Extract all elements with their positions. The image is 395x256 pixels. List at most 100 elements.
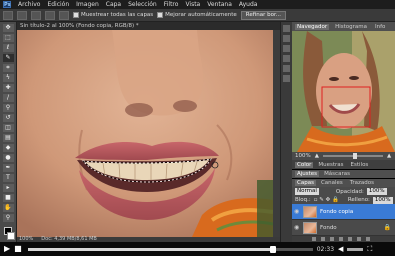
play-icon[interactable]: ▶: [4, 245, 10, 253]
video-time: 02:33: [316, 245, 335, 253]
menu-imagen[interactable]: Imagen: [76, 1, 99, 8]
menu-vista[interactable]: Vista: [185, 1, 200, 8]
layer-fondo-copia[interactable]: ◉ Fondo copia: [292, 204, 395, 220]
subtract-selection-button[interactable]: [45, 10, 55, 20]
link-layers-icon[interactable]: [312, 237, 316, 241]
paragraph-panel-icon[interactable]: [283, 75, 290, 82]
brush-panel-icon[interactable]: [283, 45, 290, 52]
menu-seleccion[interactable]: Selección: [128, 1, 157, 8]
navigator-thumbnail: [292, 31, 395, 152]
new-selection-button[interactable]: [17, 10, 27, 20]
layer-fondo[interactable]: ◉ Fondo 🔒: [292, 220, 395, 236]
tab-masks[interactable]: Máscaras: [322, 171, 352, 177]
sample-all-layers-checkbox[interactable]: Muestrear todas las capas: [73, 12, 153, 18]
refine-edge-button[interactable]: Refinar bor...: [240, 10, 286, 20]
clone-source-icon[interactable]: [283, 55, 290, 62]
character-panel-icon[interactable]: [283, 65, 290, 72]
navigator-tabs: Navegador Histograma Info: [292, 22, 395, 31]
history-panel-icon[interactable]: [283, 25, 290, 32]
menu-ayuda[interactable]: Ayuda: [239, 1, 258, 8]
options-bar: Muestrear todas las capas Mejorar automá…: [0, 9, 395, 22]
brush-size-button[interactable]: [59, 10, 69, 20]
hand-tool-icon[interactable]: ✋: [2, 204, 14, 212]
auto-enhance-checkbox[interactable]: Mejorar automáticamente: [157, 12, 237, 18]
menu-filtro[interactable]: Filtro: [164, 1, 179, 8]
eyedropper-tool-icon[interactable]: ϟ: [2, 74, 14, 82]
actions-panel-icon[interactable]: [283, 35, 290, 42]
fullscreen-icon[interactable]: ⛶: [367, 245, 372, 253]
add-selection-button[interactable]: [31, 10, 41, 20]
dodge-tool-icon[interactable]: ●: [2, 154, 14, 162]
path-selection-icon[interactable]: ▸: [2, 184, 14, 192]
lock-icon: 🔒: [383, 224, 391, 231]
healing-brush-icon[interactable]: ✚: [2, 84, 14, 92]
tab-navigator[interactable]: Navegador: [295, 23, 330, 30]
eye-icon[interactable]: ◉: [294, 208, 300, 215]
collapsed-panels: [280, 22, 292, 242]
fill-field[interactable]: 100%: [372, 196, 393, 204]
tab-color[interactable]: Color: [295, 161, 314, 168]
menu-archivo[interactable]: Archivo: [18, 1, 40, 8]
crop-tool-icon[interactable]: ⌗: [2, 64, 14, 72]
tab-layers[interactable]: Capas: [295, 180, 316, 186]
type-tool-icon[interactable]: T: [2, 174, 14, 182]
tab-adjustments[interactable]: Ajustes: [295, 171, 320, 177]
tab-paths[interactable]: Trazados: [348, 180, 376, 186]
delete-layer-icon[interactable]: [366, 237, 370, 241]
tab-channels[interactable]: Canales: [319, 180, 345, 186]
navigator-zoom-value[interactable]: 100%: [295, 153, 311, 159]
document-tab[interactable]: Sin título-2 al 100% (Fondo copia, RGB/8…: [17, 22, 290, 30]
opacity-field[interactable]: 100%: [366, 188, 387, 195]
new-layer-icon[interactable]: [357, 237, 361, 241]
menu-ventana[interactable]: Ventana: [207, 1, 232, 8]
tab-histogram[interactable]: Histograma: [333, 24, 369, 30]
navigator-zoom-slider[interactable]: [322, 153, 383, 159]
new-group-icon[interactable]: [348, 237, 352, 241]
zoom-tool-icon[interactable]: ⚲: [2, 214, 14, 222]
volume-slider[interactable]: [347, 247, 364, 251]
tab-info[interactable]: Info: [373, 24, 387, 30]
vertical-scrollbar[interactable]: [273, 30, 280, 237]
layers-tabs: Capas Canales Trazados: [292, 179, 395, 187]
lasso-tool-icon[interactable]: ℓ: [2, 44, 14, 52]
navigator-preview[interactable]: [292, 31, 395, 152]
stop-icon[interactable]: ■: [14, 245, 22, 253]
brush-tool-icon[interactable]: /: [2, 94, 14, 102]
video-progress-fill: [27, 247, 273, 251]
menu-edicion[interactable]: Edición: [47, 1, 69, 8]
eraser-tool-icon[interactable]: ◫: [2, 124, 14, 132]
tool-preset-button[interactable]: [3, 10, 13, 20]
menu-bar: Ps Archivo Edición Imagen Capa Selección…: [0, 0, 395, 9]
clone-stamp-icon[interactable]: ⚲: [2, 104, 14, 112]
zoom-out-icon[interactable]: ▲: [315, 153, 319, 159]
shape-tool-icon[interactable]: ■: [2, 194, 14, 202]
adjustments-tabs: Ajustes Máscaras: [292, 170, 395, 178]
eye-icon[interactable]: ◉: [294, 224, 300, 231]
video-progress-knob[interactable]: [269, 245, 276, 253]
zoom-in-icon[interactable]: ▲: [387, 153, 391, 159]
history-brush-icon[interactable]: ↺: [2, 114, 14, 122]
move-tool-icon[interactable]: ✥: [2, 24, 14, 32]
tab-styles[interactable]: Estilos: [349, 162, 371, 168]
sample-all-layers-label: Muestrear todas las capas: [81, 12, 154, 18]
zoom-slider-knob[interactable]: [352, 153, 357, 159]
layers-panel: Normal Opacidad: 100% Bloq.: ▫ ✎ ✥ 🔒 Rel…: [292, 187, 395, 242]
pen-tool-icon[interactable]: ✒: [2, 164, 14, 172]
lock-icons[interactable]: ▫ ✎ ✥ 🔒: [314, 197, 339, 203]
adjustment-layer-icon[interactable]: [339, 237, 343, 241]
volume-icon[interactable]: ◀: [338, 245, 343, 253]
gradient-tool-icon[interactable]: ▤: [2, 134, 14, 142]
tools-panel: ✥ ⬚ ℓ ✎ ⌗ ϟ ✚ / ⚲ ↺ ◫ ▤ ◆ ● ✒ T ▸ ■ ✋ ⚲: [0, 22, 17, 242]
marquee-tool-icon[interactable]: ⬚: [2, 34, 14, 42]
document-canvas[interactable]: [17, 30, 273, 237]
blend-mode-select[interactable]: Normal: [295, 188, 319, 195]
video-progress-bar[interactable]: [27, 245, 313, 253]
background-color-swatch[interactable]: [7, 232, 15, 240]
menu-capa[interactable]: Capa: [106, 1, 121, 8]
blur-tool-icon[interactable]: ◆: [2, 144, 14, 152]
layer-thumbnail: [303, 205, 317, 218]
add-mask-icon[interactable]: [330, 237, 334, 241]
layer-style-icon[interactable]: [321, 237, 325, 241]
quick-selection-tool-icon[interactable]: ✎: [2, 54, 14, 62]
tab-swatches[interactable]: Muestras: [316, 162, 345, 168]
